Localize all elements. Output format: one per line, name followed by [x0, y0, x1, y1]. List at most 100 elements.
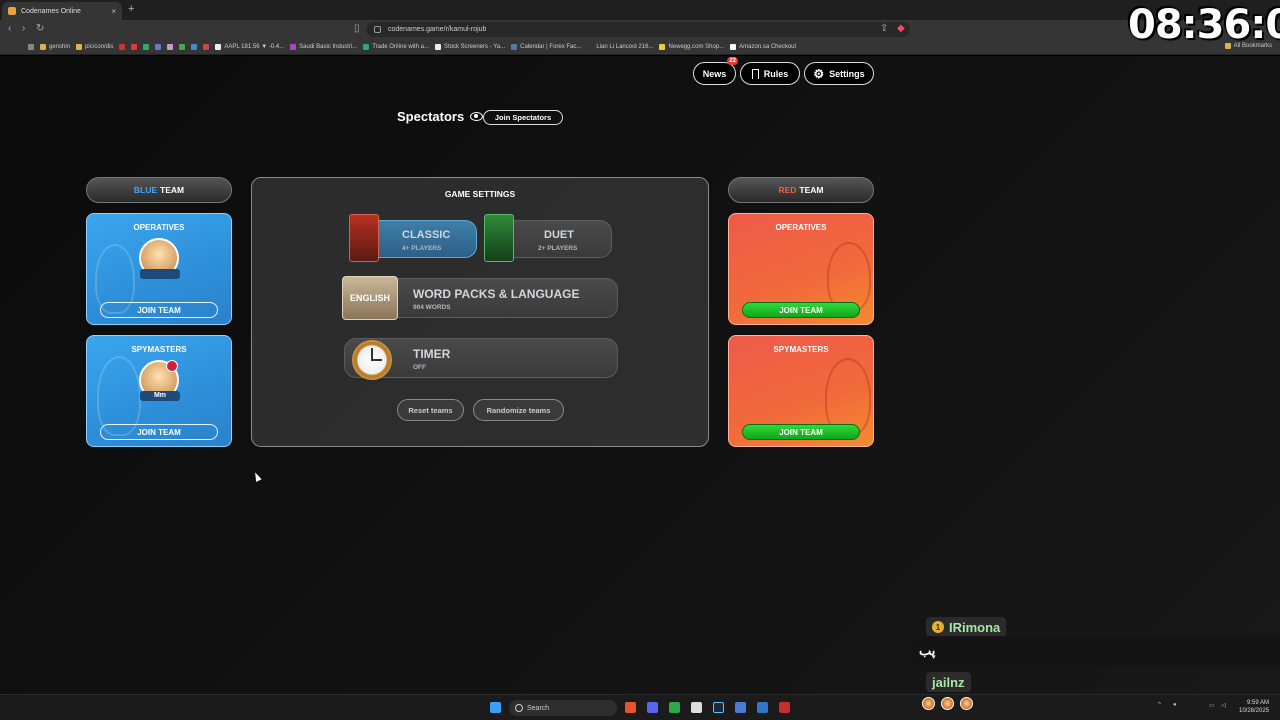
taskbar-time: 9:59 AM [1247, 700, 1270, 706]
browser-tab[interactable]: Codenames Online × [2, 2, 122, 20]
bookmark-calendar-forex[interactable]: Calendar | Forex Fac... [511, 43, 581, 50]
settings-button[interactable]: ⚙ Settings [804, 62, 874, 85]
app-icon[interactable] [735, 702, 746, 713]
mic-icon[interactable]: ● [1173, 702, 1177, 708]
url-text: codenames.game/r/kamul-rojub [388, 26, 487, 33]
taskbar-search[interactable]: Search [509, 700, 617, 716]
chat-message: پب [913, 636, 1280, 666]
red-spymasters-title: SPYMASTERS [773, 345, 829, 354]
bookmark-pic-con-dis[interactable]: pic/con/dis [76, 43, 113, 50]
chat-username-text: IRimona [949, 619, 1001, 635]
share-icon[interactable]: ⇪ [880, 23, 888, 34]
apps-icon[interactable] [28, 43, 34, 50]
bookmarks-bar: genshin pic/con/dis AAPL 181.56 ▼ -0.4..… [0, 39, 1280, 55]
bookmark-icon[interactable] [131, 43, 138, 50]
blue-team-team-word: TEAM [160, 185, 185, 195]
address-bar-row: ‹ › ↻ ▯ codenames.game/r/kamul-rojub ⇪ ◆ [0, 20, 1280, 39]
red-spymasters-join-button[interactable]: JOIN TEAM [742, 424, 860, 440]
red-team-header: RED TEAM [728, 177, 874, 203]
shield-icon[interactable] [757, 702, 768, 713]
bookmark-icon[interactable] [191, 43, 198, 50]
bookmark-amazon[interactable]: Amazon.sa Checkout [730, 43, 796, 50]
word-packs-label: WORD PACKS & LANGUAGE [413, 287, 580, 301]
site-info-icon[interactable] [374, 26, 381, 33]
forward-icon[interactable]: › [22, 23, 25, 34]
new-tab-button[interactable]: + [128, 3, 134, 15]
blue-team-color-word: BLUE [133, 185, 158, 195]
sub-badge-icon: 1 [932, 621, 944, 633]
randomize-teams-button[interactable]: Randomize teams [473, 399, 564, 421]
duet-label: DUET [544, 229, 574, 241]
rules-label: Rules [763, 68, 789, 79]
chat-emote-icon [941, 697, 954, 710]
rules-button[interactable]: Rules [740, 62, 800, 85]
url-input[interactable]: codenames.game/r/kamul-rojub [366, 22, 910, 37]
game-settings-title: GAME SETTINGS [444, 189, 516, 199]
red-operatives-card: OPERATIVES JOIN TEAM [728, 213, 874, 325]
red-spymasters-card: SPYMASTERS JOIN TEAM [728, 335, 874, 447]
bookmark-icon[interactable] [167, 43, 174, 50]
bookmark-genshin[interactable]: genshin [40, 43, 70, 50]
spymaster-player-name: Mm [140, 391, 180, 401]
english-pack-art: ENGLISH [342, 276, 398, 320]
duet-players: 2+ PLAYERS [538, 245, 578, 252]
chat-emote-icon [960, 697, 973, 710]
browser-tab-bar: Codenames Online × + [0, 0, 1280, 20]
spectators-label: Spectators [397, 109, 465, 124]
codenames-favicon-icon [8, 7, 16, 15]
game-settings-panel: GAME SETTINGS CLASSIC 4+ PLAYERS DUET 2+… [251, 177, 709, 447]
join-spectators-button[interactable]: Join Spectators [483, 110, 563, 125]
red-operatives-join-button[interactable]: JOIN TEAM [742, 302, 860, 318]
spymaster-badge-icon [166, 360, 178, 372]
taskbar-clock[interactable]: 9:59 AM 10/28/2025 [1239, 699, 1269, 715]
taskbar-date: 10/28/2025 [1239, 708, 1270, 714]
reset-teams-button[interactable]: Reset teams [397, 399, 464, 421]
brave-browser-icon[interactable] [625, 702, 636, 713]
blue-spymasters-join-button[interactable]: JOIN TEAM [100, 424, 218, 440]
bookmark-lian-li[interactable]: Lian Li Lancool 216... [587, 43, 653, 50]
windows-start-icon[interactable] [490, 702, 501, 713]
bookmark-icon[interactable] [203, 43, 210, 50]
bookmark-icon[interactable] [119, 43, 126, 50]
red-team-color-word: RED [778, 185, 797, 195]
settings-label: Settings [829, 68, 865, 79]
back-icon[interactable]: ‹ [8, 23, 11, 34]
volume-icon[interactable]: ◁ [1221, 702, 1226, 709]
chat-username: 1 IRimona [926, 617, 1007, 637]
steam-icon[interactable] [713, 702, 724, 713]
classic-players: 4+ PLAYERS [402, 245, 442, 252]
chevron-up-icon[interactable]: ^ [1158, 702, 1161, 708]
duet-box-art [484, 214, 514, 262]
blue-spymasters-title: SPYMASTERS [131, 345, 187, 354]
red-operatives-title: OPERATIVES [775, 223, 827, 232]
app-icon[interactable] [691, 702, 702, 713]
network-icon[interactable]: ▭ [1209, 702, 1215, 709]
bookmark-saudi-basic[interactable]: Saudi Basic Industri... [290, 43, 357, 50]
bookmark-icon[interactable] [143, 43, 150, 50]
bookmark-aapl[interactable]: AAPL 181.56 ▼ -0.4... [215, 43, 284, 50]
bookmark-icon[interactable] [179, 43, 186, 50]
close-tab-icon[interactable]: × [111, 7, 116, 16]
discord-icon[interactable] [647, 702, 658, 713]
blue-operatives-title: OPERATIVES [133, 223, 185, 232]
blue-spymasters-card: SPYMASTERS Mm JOIN TEAM [86, 335, 232, 447]
word-count: 904 WORDS [413, 304, 451, 311]
app-icon[interactable] [669, 702, 680, 713]
app-icon[interactable] [779, 702, 790, 713]
bookmark-stock-screeners[interactable]: Stock Screeners - Ya... [435, 43, 505, 50]
brave-shield-icon[interactable]: ◆ [897, 23, 905, 34]
bookmark-page-icon[interactable]: ▯ [354, 23, 360, 34]
news-button[interactable]: News 22 [693, 57, 738, 85]
red-team-team-word: TEAM [799, 185, 824, 195]
chat-username-text: jailnz [932, 674, 965, 690]
bookmark-newegg[interactable]: Newegg.com Shop... [659, 43, 724, 50]
blue-operatives-join-button[interactable]: JOIN TEAM [100, 302, 218, 318]
bookmark-trade-online[interactable]: Trade Online with a... [363, 43, 429, 50]
stream-clock: 08:36:08 [1128, 2, 1280, 48]
classic-box-art [349, 214, 379, 262]
taskbar-search-label: Search [527, 704, 550, 712]
bookmark-icon[interactable] [155, 43, 162, 50]
chat-message-text: پب [919, 643, 936, 658]
windows-taskbar: Search ^ ● ▭ ◁ 9:59 AM 10/28/2025 [0, 694, 1280, 720]
reload-icon[interactable]: ↻ [36, 23, 44, 34]
